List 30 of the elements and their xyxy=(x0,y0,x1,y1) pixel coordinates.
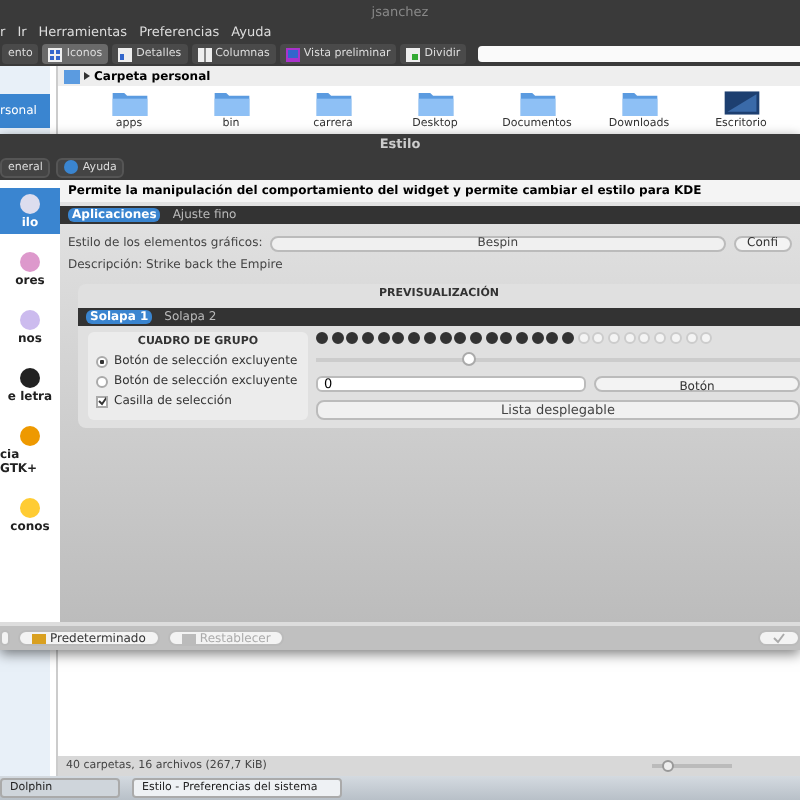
checkbox[interactable] xyxy=(96,395,108,407)
radio-button[interactable] xyxy=(96,355,108,367)
dialog-button[interactable] xyxy=(0,630,10,646)
columns-view-icon xyxy=(197,47,212,61)
folder-icon xyxy=(313,90,353,116)
settings-category-icon xyxy=(18,192,42,216)
settings-category-icon xyxy=(18,496,42,520)
folder-icon xyxy=(619,90,659,116)
settings-category-icon xyxy=(18,250,42,274)
split-icon xyxy=(406,47,421,61)
apply-button[interactable] xyxy=(758,630,800,646)
action-icon xyxy=(32,633,46,643)
radio-button[interactable] xyxy=(96,375,108,387)
home-icon xyxy=(64,69,80,83)
monitor-icon xyxy=(721,90,761,116)
checkmark-icon xyxy=(772,632,786,644)
settings-category-icon xyxy=(18,366,42,390)
folder-icon xyxy=(415,90,455,116)
settings-category-icon xyxy=(18,424,42,448)
search-field[interactable] xyxy=(478,46,800,62)
chevron-right-icon xyxy=(84,72,90,80)
folder-icon xyxy=(517,90,557,116)
help-icon xyxy=(64,160,79,174)
folder-icon xyxy=(109,90,149,116)
settings-category-icon xyxy=(18,308,42,332)
action-icon xyxy=(181,633,196,643)
folder-icon xyxy=(211,90,251,116)
details-view-icon xyxy=(118,47,133,61)
grid-view-icon xyxy=(48,47,63,61)
preview-icon xyxy=(285,47,300,61)
